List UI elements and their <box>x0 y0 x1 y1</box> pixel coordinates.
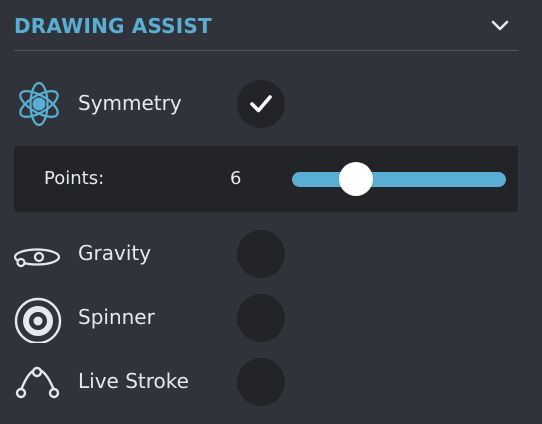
points-value: 6 <box>230 168 242 189</box>
gravity-toggle[interactable] <box>237 230 285 278</box>
live-stroke-icon <box>15 366 60 399</box>
symmetry-toggle[interactable] <box>237 80 285 128</box>
points-label: Points: <box>44 168 105 189</box>
spinner-toggle[interactable] <box>237 294 285 342</box>
symmetry-row: Symmetry <box>0 76 542 132</box>
spinner-row: Spinner <box>0 290 542 346</box>
checkmark-icon <box>250 95 272 113</box>
chevron-down-icon[interactable] <box>490 16 510 36</box>
spinner-label: Spinner <box>78 305 155 329</box>
section-title: DRAWING ASSIST <box>14 14 212 38</box>
symmetry-label: Symmetry <box>78 91 182 115</box>
spinner-icon <box>14 297 62 343</box>
gravity-row: Gravity <box>0 226 542 282</box>
gravity-icon <box>14 248 61 268</box>
points-setting: Points: 6 <box>14 146 518 212</box>
points-slider-thumb[interactable] <box>339 162 374 196</box>
symmetry-flower-icon <box>19 81 59 127</box>
gravity-label: Gravity <box>78 241 152 265</box>
live-stroke-row: Live Stroke <box>0 354 542 410</box>
drawing-assist-panel: DRAWING ASSIST Symmetry Points: 6 Gravit… <box>0 0 542 424</box>
live-stroke-toggle[interactable] <box>237 358 285 406</box>
live-stroke-label: Live Stroke <box>78 369 189 393</box>
points-slider-track[interactable] <box>292 172 506 187</box>
drawing-assist-header[interactable]: DRAWING ASSIST <box>14 0 518 51</box>
